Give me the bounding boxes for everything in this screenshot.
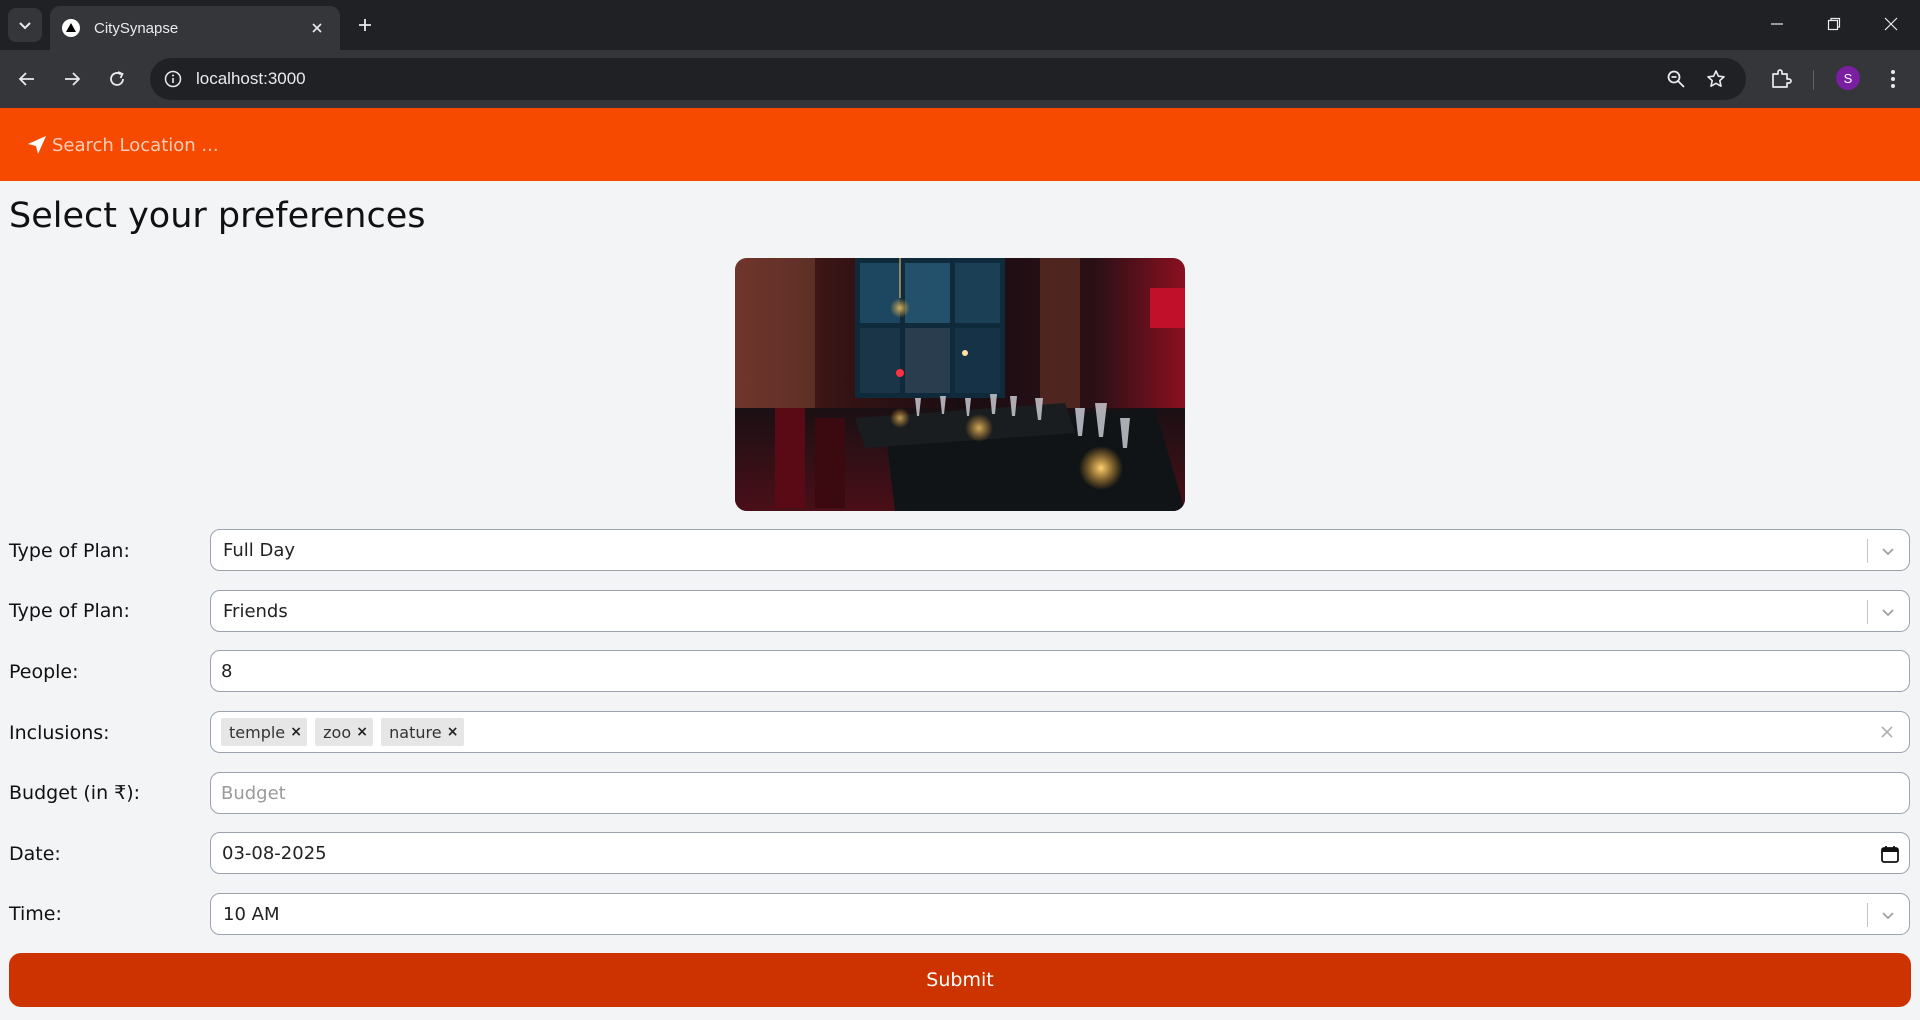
kebab-menu-icon bbox=[1891, 70, 1895, 88]
budget-field[interactable] bbox=[210, 772, 1910, 814]
date-value: 03-08-2025 bbox=[222, 843, 327, 864]
search-location-input[interactable] bbox=[52, 128, 552, 162]
plan-type-label: Type of Plan: bbox=[9, 540, 130, 562]
browser-toolbar: localhost:3000 bbox=[0, 50, 1920, 108]
back-button[interactable] bbox=[10, 62, 44, 96]
preference-image bbox=[735, 258, 1185, 511]
minimize-icon bbox=[1771, 23, 1783, 25]
chevron-down-icon[interactable] bbox=[1877, 601, 1899, 623]
close-icon bbox=[1884, 17, 1898, 31]
close-tab-icon[interactable] bbox=[306, 17, 328, 39]
toolbar-divider bbox=[1813, 70, 1814, 90]
chevron-down-icon[interactable] bbox=[1877, 540, 1899, 562]
time-label: Time: bbox=[9, 903, 62, 925]
time-select[interactable]: 10 AM bbox=[210, 893, 1910, 935]
app-header bbox=[0, 108, 1920, 181]
extensions-button[interactable] bbox=[1764, 62, 1798, 96]
browser-tab-strip: CitySynapse bbox=[0, 0, 1920, 50]
group-type-value: Friends bbox=[223, 601, 288, 622]
profile-avatar[interactable]: S bbox=[1836, 66, 1860, 90]
arrow-left-icon bbox=[18, 72, 34, 86]
chevron-down-icon bbox=[19, 22, 31, 30]
site-info-icon[interactable] bbox=[160, 66, 186, 92]
page-title: Select your preferences bbox=[9, 196, 426, 236]
inclusions-multiselect[interactable]: temple × zoo × nature × bbox=[210, 711, 1910, 753]
inclusion-tag: nature × bbox=[381, 718, 464, 746]
bookmark-star-icon[interactable] bbox=[1703, 66, 1729, 92]
people-field[interactable] bbox=[210, 650, 1910, 692]
nextjs-favicon-icon bbox=[62, 19, 80, 37]
tab-search-button[interactable] bbox=[8, 8, 42, 42]
browser-tab[interactable]: CitySynapse bbox=[50, 6, 340, 50]
select-separator bbox=[1867, 539, 1868, 563]
arrow-right-icon bbox=[65, 72, 81, 86]
inclusion-tag-label: zoo bbox=[323, 722, 352, 742]
zoom-icon[interactable] bbox=[1663, 66, 1689, 92]
group-type-label: Type of Plan: bbox=[9, 600, 130, 622]
reload-icon bbox=[110, 71, 124, 86]
forward-button[interactable] bbox=[55, 62, 89, 96]
reload-button[interactable] bbox=[100, 62, 134, 96]
clear-all-icon[interactable] bbox=[1877, 722, 1897, 742]
puzzle-icon bbox=[1772, 69, 1792, 88]
calendar-icon[interactable] bbox=[1879, 843, 1901, 865]
remove-tag-icon[interactable]: × bbox=[285, 718, 307, 746]
remove-tag-icon[interactable]: × bbox=[442, 718, 464, 746]
date-field[interactable]: 03-08-2025 bbox=[210, 832, 1910, 874]
inclusion-tag: zoo × bbox=[315, 718, 374, 746]
plan-type-value: Full Day bbox=[223, 540, 296, 561]
tab-title: CitySynapse bbox=[94, 19, 179, 37]
chevron-down-icon[interactable] bbox=[1877, 904, 1899, 926]
select-separator bbox=[1867, 903, 1868, 927]
new-tab-button[interactable] bbox=[350, 10, 380, 40]
location-arrow-icon bbox=[28, 136, 46, 154]
close-window-button[interactable] bbox=[1862, 0, 1920, 48]
inclusion-tag-label: nature bbox=[389, 722, 442, 742]
budget-label: Budget (in ₹): bbox=[9, 782, 141, 804]
people-input[interactable] bbox=[211, 651, 1909, 691]
menu-button[interactable] bbox=[1876, 62, 1910, 96]
time-value: 10 AM bbox=[223, 904, 280, 925]
plus-icon bbox=[359, 19, 371, 31]
remove-tag-icon[interactable]: × bbox=[351, 718, 373, 746]
plan-type-select[interactable]: Full Day bbox=[210, 529, 1910, 571]
restore-icon bbox=[1827, 17, 1841, 31]
restaurant-photo bbox=[735, 258, 1185, 511]
address-bar[interactable]: localhost:3000 bbox=[150, 58, 1746, 100]
people-label: People: bbox=[9, 661, 79, 683]
date-label: Date: bbox=[9, 843, 61, 865]
url-text: localhost:3000 bbox=[196, 69, 306, 88]
inclusion-tag: temple × bbox=[221, 718, 308, 746]
group-type-select[interactable]: Friends bbox=[210, 590, 1910, 632]
minimize-button[interactable] bbox=[1748, 0, 1806, 48]
inclusions-label: Inclusions: bbox=[9, 722, 110, 744]
submit-button[interactable]: Submit bbox=[9, 953, 1911, 1007]
inclusion-tags: temple × zoo × nature × bbox=[221, 718, 464, 746]
budget-input[interactable] bbox=[211, 773, 1909, 813]
select-separator bbox=[1867, 600, 1868, 624]
inclusion-tag-label: temple bbox=[229, 722, 286, 742]
restore-button[interactable] bbox=[1805, 0, 1863, 48]
